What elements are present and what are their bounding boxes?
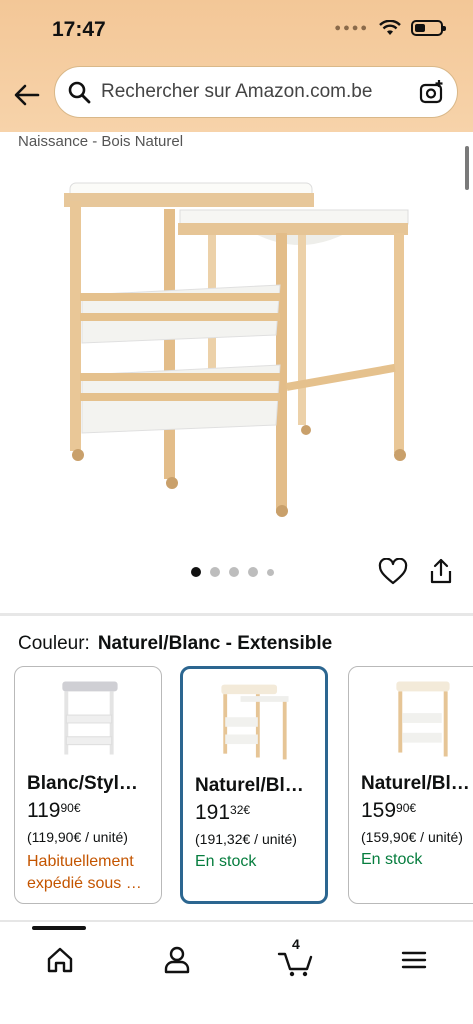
search-icon — [68, 81, 91, 104]
cart-count: 4 — [292, 936, 300, 952]
option-price: 11990€ — [27, 799, 81, 822]
pager-dot[interactable] — [248, 567, 258, 577]
option-card[interactable]: Naturel/Bl… 15990€ (159,90€ / unité) En … — [348, 666, 473, 904]
option-unit-price: (191,32€ / unité) — [195, 831, 297, 847]
option-availability: En stock — [195, 853, 257, 870]
pager-dot[interactable] — [267, 568, 274, 576]
active-tab-indicator — [32, 926, 86, 930]
option-card[interactable]: Blanc/Styl… 11990€ (119,90€ / unité) Hab… — [14, 666, 162, 904]
variation-row: Couleur: Naturel/Blanc - Extensible — [18, 633, 332, 655]
option-availability: Habituellement expédié sous … — [27, 853, 142, 892]
wifi-icon — [379, 20, 401, 35]
camera-search-icon[interactable] — [419, 79, 445, 105]
option-name: Naturel/Bl… — [361, 773, 470, 794]
option-price: 15990€ — [361, 799, 417, 822]
search-input[interactable]: Rechercher sur Amazon.com.be — [54, 66, 458, 118]
share-icon[interactable] — [428, 557, 454, 585]
battery-icon — [411, 20, 446, 36]
option-unit-price: (119,90€ / unité) — [27, 829, 128, 845]
pager-dot[interactable] — [229, 567, 239, 577]
pager-dot[interactable] — [191, 567, 201, 577]
status-icons: ●●●● — [334, 20, 446, 36]
header: 17:47 ●●●● Rechercher sur Amazon.com.be — [0, 0, 473, 132]
back-arrow-icon[interactable] — [12, 80, 42, 110]
option-name: Blanc/Styl… — [27, 773, 138, 794]
option-thumbnail — [396, 681, 450, 757]
product-title: Naissance - Bois Naturel — [18, 133, 184, 150]
account-icon[interactable] — [157, 940, 197, 980]
pager-dot[interactable] — [210, 567, 220, 577]
divider — [0, 613, 473, 616]
option-thumbnail — [221, 684, 289, 760]
menu-icon[interactable] — [394, 940, 434, 980]
bottom-nav: 4 — [0, 920, 473, 1024]
product-image[interactable] — [60, 165, 412, 525]
variation-label: Couleur: — [18, 633, 90, 654]
search-row: Rechercher sur Amazon.com.be — [0, 62, 473, 124]
status-bar: 17:47 ●●●● — [0, 0, 473, 60]
signal-icon: ●●●● — [334, 22, 369, 34]
wishlist-heart-icon[interactable] — [378, 558, 408, 586]
search-placeholder: Rechercher sur Amazon.com.be — [101, 81, 373, 102]
scrollbar[interactable] — [465, 146, 469, 190]
option-card-selected[interactable]: Naturel/Bl… 19132€ (191,32€ / unité) En … — [180, 666, 328, 904]
option-price: 19132€ — [195, 801, 251, 824]
variation-options: Blanc/Styl… 11990€ (119,90€ / unité) Hab… — [14, 666, 473, 906]
option-thumbnail — [62, 681, 118, 755]
status-time: 17:47 — [52, 18, 106, 41]
image-pager[interactable] — [191, 567, 274, 577]
option-unit-price: (159,90€ / unité) — [361, 829, 463, 845]
home-icon[interactable] — [40, 940, 80, 980]
option-name: Naturel/Bl… — [195, 775, 304, 796]
variation-selected: Naturel/Blanc - Extensible — [97, 633, 333, 654]
cart-button[interactable]: 4 — [276, 936, 316, 980]
option-availability: En stock — [361, 851, 423, 868]
